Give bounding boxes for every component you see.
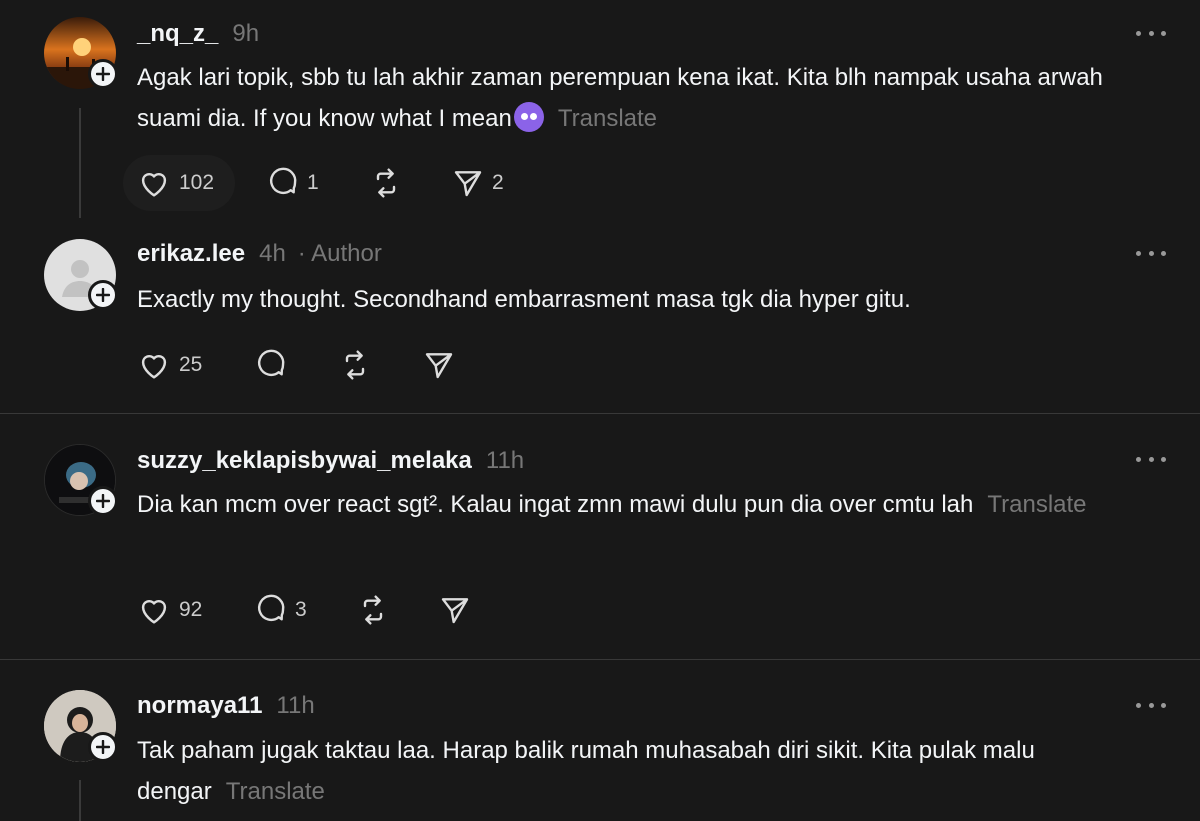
like-count: 92 [179, 598, 203, 621]
translate-link[interactable]: Translate [226, 778, 325, 805]
heart-icon [141, 599, 167, 624]
username[interactable]: _nq_z_ [137, 20, 218, 47]
reply-button[interactable] [255, 345, 287, 385]
reply-count: 1 [307, 171, 319, 194]
send-icon [441, 598, 469, 624]
thread-line [79, 108, 81, 218]
follow-plus-icon[interactable] [88, 59, 118, 89]
send-icon [454, 171, 482, 197]
follow-plus-icon[interactable] [88, 280, 118, 310]
post-text: Exactly my thought. Secondhand embarrasm… [137, 279, 1137, 320]
share-button[interactable] [423, 345, 455, 385]
author-label: · Author [297, 240, 382, 267]
timestamp[interactable]: 4h [259, 240, 286, 267]
post-text: Tak paham jugak taktau laa. Harap balik … [137, 730, 1137, 812]
share-button[interactable] [439, 590, 471, 630]
repost-button[interactable] [369, 163, 403, 203]
follow-plus-icon[interactable] [88, 732, 118, 762]
reply-count: 3 [295, 598, 307, 621]
reply-button[interactable]: 3 [255, 590, 307, 630]
username[interactable]: normaya11 [137, 692, 262, 719]
username-row: suzzy_keklapisbywai_melaka 11h [137, 447, 524, 475]
like-count: 102 [179, 171, 215, 194]
repost-icon [345, 350, 365, 380]
like-count: 25 [179, 353, 203, 376]
translate-link[interactable]: Translate [987, 491, 1086, 518]
timestamp[interactable]: 9h [232, 20, 259, 47]
like-button[interactable]: 102 [137, 163, 214, 203]
comment-icon [258, 594, 285, 622]
post-body: Exactly my thought. Secondhand embarrasm… [137, 286, 911, 313]
heart-icon [141, 172, 167, 197]
more-options-icon[interactable] [1136, 700, 1166, 710]
post-body: Dia kan mcm over react sgt². Kalau ingat… [137, 491, 974, 518]
username[interactable]: suzzy_keklapisbywai_melaka [137, 447, 472, 474]
repost-icon [376, 168, 396, 198]
repost-button[interactable] [338, 345, 372, 385]
comment-icon [270, 167, 297, 195]
timestamp[interactable]: 11h [276, 692, 314, 719]
reply-button[interactable]: 1 [267, 163, 319, 203]
follow-plus-icon[interactable] [88, 486, 118, 516]
username-row: erikaz.lee 4h · Author [137, 240, 382, 268]
username-row: _nq_z_ 9h [137, 20, 259, 48]
like-button[interactable]: 25 [137, 345, 202, 385]
share-count: 2 [492, 171, 504, 194]
username[interactable]: erikaz.lee [137, 240, 245, 267]
like-button[interactable]: 92 [137, 590, 202, 630]
post-divider [0, 659, 1200, 660]
send-icon [425, 353, 453, 379]
comment-icon [258, 349, 285, 377]
more-options-icon[interactable] [1136, 248, 1166, 258]
post-text: Agak lari topik, sbb tu lah akhir zaman … [137, 57, 1137, 139]
more-options-icon[interactable] [1136, 28, 1166, 38]
post-text: Dia kan mcm over react sgt². Kalau ingat… [137, 484, 1137, 525]
repost-icon [363, 595, 383, 625]
heart-icon [141, 354, 167, 379]
more-options-icon[interactable] [1136, 454, 1166, 464]
thread-line [79, 780, 81, 821]
pleading-face-emoji-icon [513, 102, 544, 132]
translate-link[interactable]: Translate [558, 105, 657, 132]
repost-button[interactable] [356, 590, 390, 630]
username-row: normaya11 11h [137, 692, 315, 720]
post-divider [0, 413, 1200, 414]
share-button[interactable]: 2 [452, 163, 504, 203]
timestamp[interactable]: 11h [486, 447, 524, 474]
